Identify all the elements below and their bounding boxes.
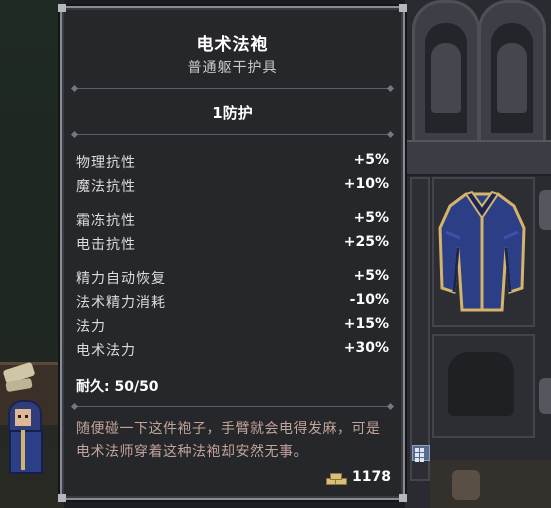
stat-value: +30%: [343, 340, 389, 356]
side-tab-button[interactable]: [539, 190, 551, 230]
stat-value: +10%: [343, 176, 389, 192]
grid-icon[interactable]: [412, 445, 430, 462]
stat-row: 魔法抗性 +10%: [76, 176, 389, 198]
item-price: 1178: [326, 469, 391, 485]
stone-arch: [412, 0, 480, 146]
stat-value: +15%: [343, 316, 389, 332]
stat-value: +5%: [353, 152, 390, 168]
robe-icon[interactable]: [436, 188, 528, 318]
wall-band: [405, 140, 551, 176]
floor-area: [430, 460, 551, 508]
stat-value: +25%: [343, 234, 389, 250]
inventory-strip: [410, 177, 430, 481]
stone-arch: [478, 0, 546, 146]
stat-row: 法力 +15%: [76, 316, 389, 338]
item-tooltip: 电术法袍 普通躯干护具 1防护 物理抗性 +5% 魔法抗性 +10% 霜冻抗性 …: [58, 4, 407, 502]
item-description: 随便碰一下这件袍子，手臂就会电得发麻，可是电术法师穿着这种法袍却安然无事。: [76, 421, 381, 460]
divider: [74, 406, 391, 407]
coin-stack-icon: [326, 470, 348, 485]
stat-label: 物理抗性: [76, 155, 136, 171]
stat-row: 物理抗性 +5%: [76, 152, 389, 174]
player-character: [6, 400, 43, 474]
stat-row: 霜冻抗性 +5%: [76, 210, 389, 232]
stat-value: +5%: [353, 268, 390, 284]
armor-value: 1防护: [212, 104, 253, 122]
item-type: 普通躯干护具: [187, 60, 278, 76]
stat-row: 电击抗性 +25%: [76, 234, 389, 256]
stat-row: 法术精力消耗 -10%: [76, 292, 389, 314]
stat-value: +5%: [353, 210, 390, 226]
stat-label: 魔法抗性: [76, 179, 136, 195]
stat-value: -10%: [349, 292, 389, 308]
divider: [74, 88, 391, 89]
price-value: 1178: [352, 469, 391, 485]
side-tab-button[interactable]: [539, 378, 551, 414]
durability: 耐久: 50/50: [76, 379, 159, 395]
pot-icon: [452, 470, 480, 500]
divider: [74, 134, 391, 135]
stat-label: 霜冻抗性: [76, 213, 136, 229]
stat-row: 精力自动恢复 +5%: [76, 268, 389, 290]
stat-label: 法术精力消耗: [76, 295, 166, 311]
stat-label: 电击抗性: [76, 237, 136, 253]
empty-slot-silhouette: [448, 352, 514, 416]
stat-label: 电术法力: [76, 343, 136, 359]
stat-label: 法力: [76, 319, 106, 335]
stat-label: 精力自动恢复: [76, 271, 166, 287]
item-name: 电术法袍: [196, 35, 269, 55]
stat-row: 电术法力 +30%: [76, 340, 389, 362]
